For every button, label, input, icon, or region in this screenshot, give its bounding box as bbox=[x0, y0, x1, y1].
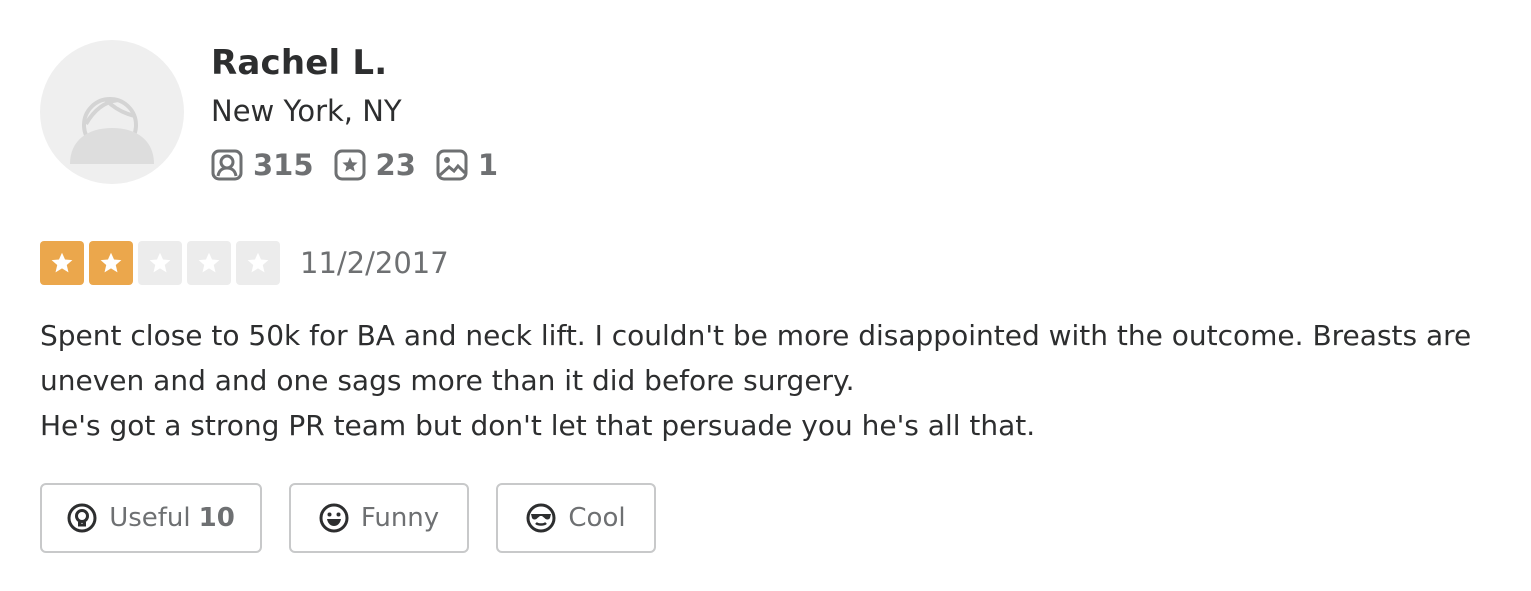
lightbulb-icon bbox=[67, 503, 97, 533]
star-icon bbox=[51, 252, 73, 273]
star-rating: 11/2/2017 bbox=[40, 240, 449, 286]
reviews-count: 23 bbox=[375, 148, 416, 182]
star-filled bbox=[89, 241, 133, 285]
star-icon bbox=[149, 252, 171, 273]
default-user-icon bbox=[70, 97, 154, 164]
user-stats: 315 23 1 bbox=[211, 143, 518, 187]
useful-label: Useful bbox=[109, 503, 191, 533]
friends-count: 315 bbox=[253, 148, 314, 182]
star-empty bbox=[187, 241, 231, 285]
funny-face-icon bbox=[319, 503, 349, 533]
star-empty bbox=[236, 241, 280, 285]
funny-label: Funny bbox=[360, 503, 440, 533]
review-actions: Useful 10 Funny Cool bbox=[40, 483, 683, 553]
funny-button[interactable]: Funny bbox=[289, 483, 469, 553]
review-text: Spent close to 50k for BA and neck lift.… bbox=[40, 313, 1490, 448]
star-empty bbox=[138, 241, 182, 285]
star-icon bbox=[247, 252, 269, 273]
review-date: 11/2/2017 bbox=[300, 246, 449, 280]
review-star-icon bbox=[334, 149, 366, 181]
avatar[interactable] bbox=[40, 40, 184, 184]
friends-stat: 315 bbox=[211, 148, 314, 182]
user-location: New York, NY bbox=[211, 94, 402, 128]
review-paragraph: He's got a strong PR team but don't let … bbox=[40, 409, 1036, 442]
user-name[interactable]: Rachel L. bbox=[211, 41, 387, 85]
star-filled bbox=[40, 241, 84, 285]
star-icon bbox=[100, 252, 122, 273]
photos-count: 1 bbox=[477, 148, 499, 182]
stars-container bbox=[40, 241, 285, 285]
useful-button[interactable]: Useful 10 bbox=[40, 483, 262, 553]
cool-label: Cool bbox=[568, 503, 626, 533]
cool-button[interactable]: Cool bbox=[496, 483, 656, 553]
review-paragraph: Spent close to 50k for BA and neck lift.… bbox=[40, 319, 1472, 397]
reviews-stat: 23 bbox=[334, 148, 416, 182]
friends-icon bbox=[211, 149, 243, 181]
photos-stat: 1 bbox=[436, 148, 498, 182]
photo-icon bbox=[436, 149, 468, 181]
useful-count: 10 bbox=[198, 503, 235, 533]
star-icon bbox=[198, 252, 220, 273]
cool-sunglasses-icon bbox=[526, 503, 556, 533]
